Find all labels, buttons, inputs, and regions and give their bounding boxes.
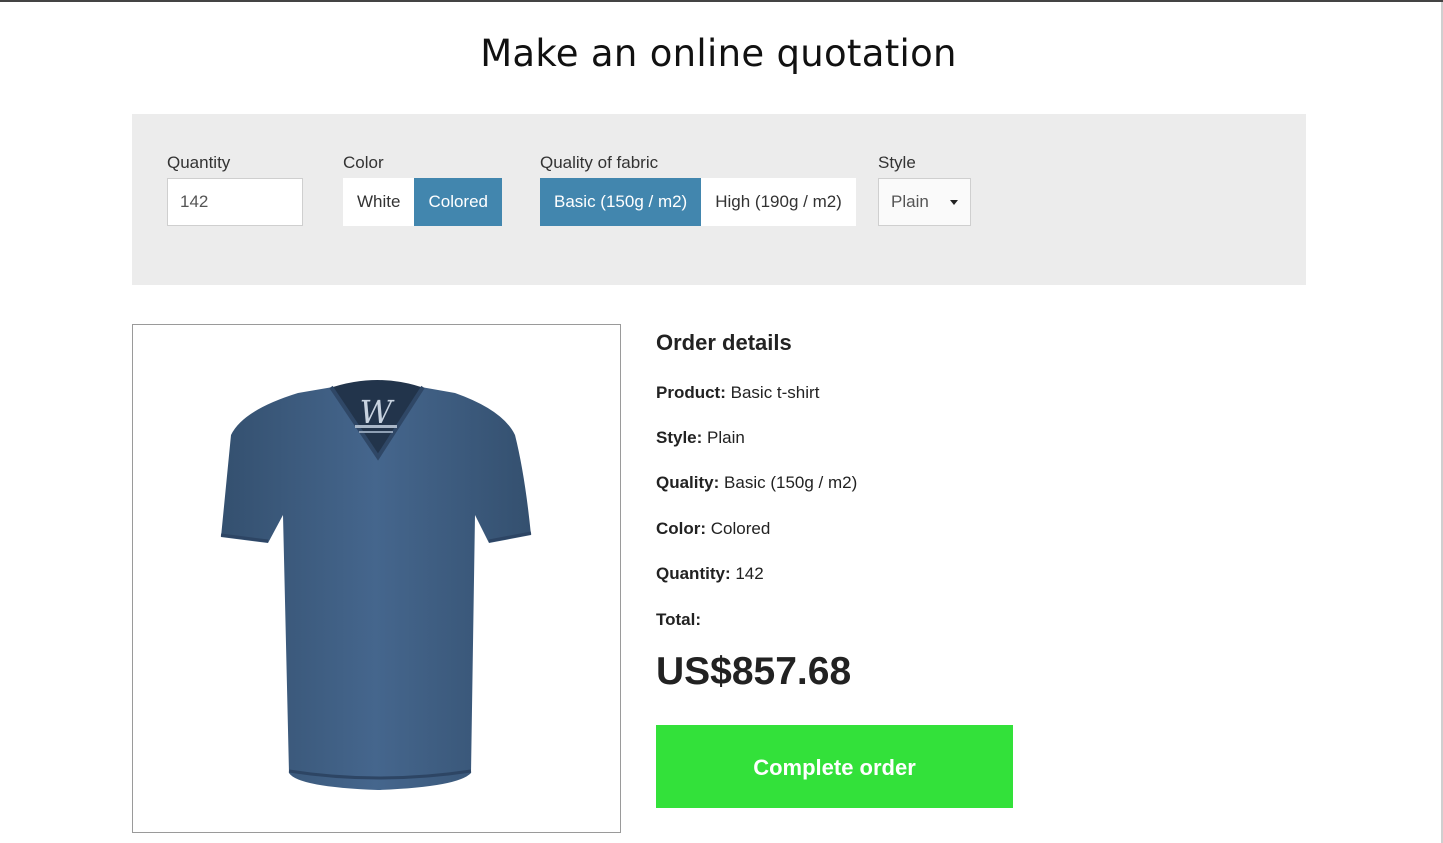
detail-color-value: Colored bbox=[710, 519, 771, 538]
tag-line bbox=[355, 425, 397, 428]
quality-option-high[interactable]: High (190g / m2) bbox=[701, 178, 856, 226]
page-title: Make an online quotation bbox=[480, 32, 957, 75]
detail-style: Style: Plain bbox=[656, 428, 745, 448]
quotation-options-panel: Quantity Color White Colored Quality of … bbox=[132, 114, 1306, 285]
color-option-colored[interactable]: Colored bbox=[414, 178, 503, 226]
detail-quality: Quality: Basic (150g / m2) bbox=[656, 473, 857, 493]
tag-line-2 bbox=[359, 431, 393, 433]
detail-quantity-label: Quantity: bbox=[656, 564, 731, 583]
quality-option-basic[interactable]: Basic (150g / m2) bbox=[540, 178, 702, 226]
chevron-down-icon bbox=[950, 200, 958, 205]
style-select[interactable]: Plain bbox=[878, 178, 971, 226]
complete-order-button[interactable]: Complete order bbox=[656, 725, 1013, 808]
quality-label: Quality of fabric bbox=[540, 153, 659, 172]
order-details-heading: Order details bbox=[656, 330, 792, 355]
color-label: Color bbox=[343, 153, 384, 172]
detail-product-value: Basic t-shirt bbox=[730, 383, 820, 402]
color-option-white[interactable]: White bbox=[343, 178, 415, 226]
total-price: US$857.68 bbox=[656, 650, 852, 693]
quality-toggle-group: Basic (150g / m2) High (190g / m2) bbox=[540, 178, 856, 226]
style-select-value: Plain bbox=[891, 192, 929, 211]
quantity-label: Quantity bbox=[167, 153, 231, 172]
detail-quality-value: Basic (150g / m2) bbox=[724, 473, 858, 492]
detail-style-label: Style: bbox=[656, 428, 703, 447]
tshirt-image: W bbox=[220, 380, 532, 790]
detail-quantity-value: 142 bbox=[735, 564, 764, 583]
detail-total-label: Total: bbox=[656, 610, 702, 629]
detail-product: Product: Basic t-shirt bbox=[656, 383, 819, 403]
color-toggle-group: White Colored bbox=[343, 178, 503, 226]
detail-total: Total: bbox=[656, 610, 701, 630]
detail-style-value: Plain bbox=[707, 428, 745, 447]
detail-color-label: Color: bbox=[656, 519, 707, 538]
detail-quality-label: Quality: bbox=[656, 473, 720, 492]
style-label: Style bbox=[878, 153, 916, 172]
detail-product-label: Product: bbox=[656, 383, 726, 402]
detail-quantity: Quantity: 142 bbox=[656, 564, 764, 584]
detail-color: Color: Colored bbox=[656, 519, 770, 539]
order-details: Order details Product: Basic t-shirt Sty… bbox=[656, 330, 1156, 693]
quantity-input[interactable] bbox=[167, 178, 303, 226]
product-image-frame: W bbox=[132, 324, 621, 833]
